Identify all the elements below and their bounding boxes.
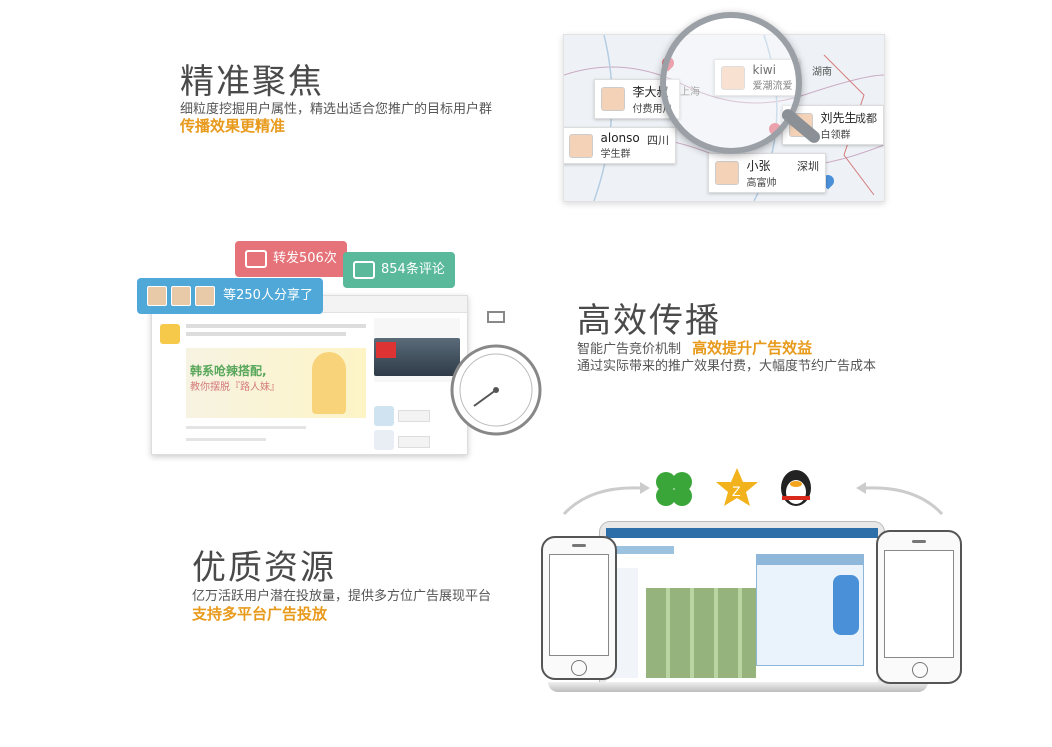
section2-title: 高效传播: [577, 301, 721, 341]
map-card-name: alonso: [600, 131, 640, 145]
laptop-screen: [600, 522, 884, 686]
share-count: 等250人分享了: [223, 288, 313, 303]
weibo-post-card: 韩系呛辣搭配, 教你摆脱『路人妹』: [151, 295, 468, 455]
phone-speaker: [912, 540, 926, 543]
ad-tag: [376, 342, 396, 358]
avatar: [147, 285, 167, 306]
section3-desc: 亿万活跃用户潜在投放量，提供多方位广告展现平台: [192, 589, 492, 604]
forward-icon: [245, 249, 267, 268]
comment-icon: [353, 260, 375, 279]
avatar: [601, 87, 625, 111]
qq-penguin-icon: [781, 470, 811, 506]
phone-screen: [549, 554, 609, 656]
forward-count: 转发506次: [273, 251, 337, 266]
map-place-label: 湖南: [812, 67, 832, 78]
clover-icon: [656, 472, 692, 506]
text-line: [186, 426, 306, 429]
arrow-right-curve: [856, 482, 944, 516]
comment-bubble: 854条评论: [343, 252, 455, 288]
text-line: [186, 438, 266, 441]
avatar: [160, 324, 180, 344]
phone-home-button: [912, 662, 928, 678]
section2-desc2: 通过实际带来的推广效果付费，大幅度节约广告成本: [577, 359, 877, 374]
photo-grid: [646, 588, 756, 678]
share-bubble: 等250人分享了: [137, 278, 323, 314]
map-place-label: 四川: [647, 134, 669, 147]
chat-titlebar: [757, 555, 863, 565]
text-line: [186, 324, 366, 328]
map-card: alonso 学生群 四川: [564, 127, 676, 164]
map-card-sub: 学生群: [600, 149, 631, 160]
avatar: [569, 133, 593, 158]
phone-screen: [884, 550, 954, 658]
follow-button-mock: [398, 436, 430, 448]
section1-highlight: 传播效果更精准: [180, 117, 286, 135]
stopwatch-icon: [450, 311, 542, 436]
avatar: [374, 430, 394, 450]
map-card: 小张 高富帅 深圳: [708, 153, 826, 193]
laptop-base: [548, 682, 928, 692]
section3-title: 优质资源: [192, 548, 336, 588]
map-place-label: 深圳: [797, 160, 819, 173]
magnifier-icon: [660, 12, 802, 154]
qzone-star-icon: Z: [716, 468, 758, 506]
avatar: [195, 285, 215, 306]
qq-chat-window: [756, 554, 864, 666]
post-image: 韩系呛辣搭配, 教你摆脱『路人妹』: [186, 348, 366, 418]
map-card-sub: 高富帅: [746, 178, 777, 189]
arrow-left-curve: [562, 482, 650, 516]
qzone-logo: [614, 546, 674, 554]
avatar: [374, 406, 394, 426]
post-subline: 教你摆脱『路人妹』: [190, 382, 280, 393]
phone-home-button: [571, 660, 587, 676]
forward-bubble: 转发506次: [235, 241, 347, 277]
map-card-name: 小张: [746, 159, 771, 173]
comment-count: 854条评论: [381, 262, 445, 277]
map-place-label: 成都: [855, 112, 877, 125]
phone-right: [876, 530, 962, 684]
text-line: [186, 332, 346, 336]
model-figure: [312, 352, 346, 414]
avatar-figure: [833, 575, 859, 635]
follow-button-mock: [398, 410, 430, 422]
section3-highlight: 支持多平台广告投放: [192, 605, 328, 623]
phone-left: [541, 536, 617, 680]
phone-speaker: [572, 544, 586, 547]
avatar: [715, 161, 739, 185]
qzone-topbar: [606, 528, 878, 538]
svg-text:Z: Z: [732, 483, 741, 499]
avatar: [171, 285, 191, 306]
map-card-sub: 白领群: [820, 130, 851, 141]
section1-title: 精准聚焦: [180, 62, 324, 102]
map-card-name: 刘先生: [820, 111, 857, 125]
post-headline: 韩系呛辣搭配,: [190, 364, 267, 378]
